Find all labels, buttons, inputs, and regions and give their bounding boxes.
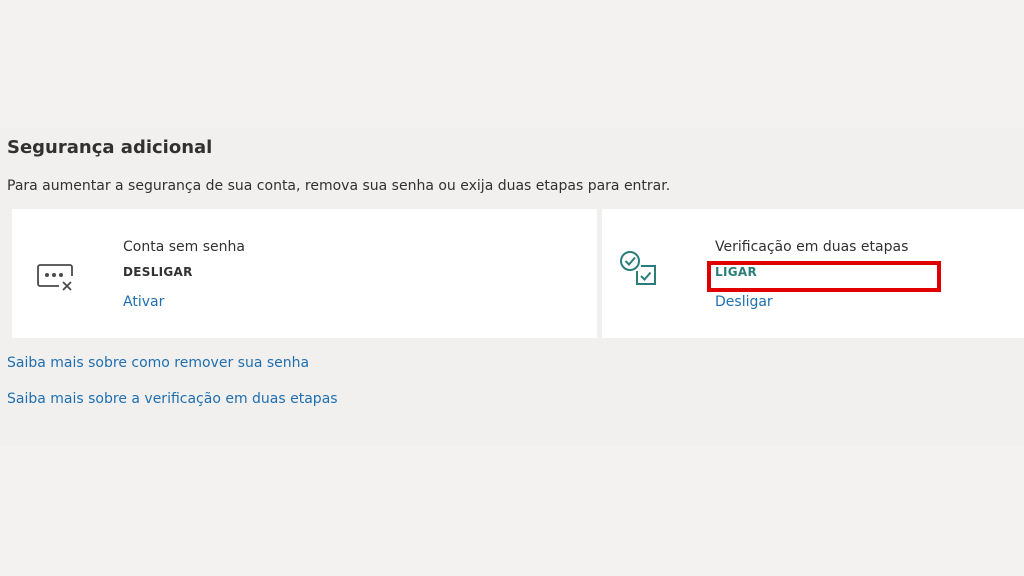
enable-passwordless-link[interactable]: Ativar bbox=[123, 294, 164, 310]
page: Segurança adicional Para aumentar a segu… bbox=[0, 0, 1024, 576]
section-title: Segurança adicional bbox=[7, 137, 213, 158]
passwordless-status: DESLIGAR bbox=[123, 265, 193, 279]
two-step-check-icon bbox=[619, 249, 659, 293]
section-description: Para aumentar a segurança de sua conta, … bbox=[7, 178, 671, 194]
highlight-annotation bbox=[707, 261, 941, 292]
learn-two-step-link[interactable]: Saiba mais sobre a verificação em duas e… bbox=[7, 391, 338, 407]
passwordless-card: Conta sem senha DESLIGAR Ativar bbox=[12, 209, 597, 338]
disable-two-step-link[interactable]: Desligar bbox=[715, 294, 773, 310]
two-step-heading: Verificação em duas etapas bbox=[715, 239, 909, 255]
password-off-icon bbox=[37, 262, 75, 298]
passwordless-heading: Conta sem senha bbox=[123, 239, 245, 255]
learn-remove-password-link[interactable]: Saiba mais sobre como remover sua senha bbox=[7, 355, 309, 371]
